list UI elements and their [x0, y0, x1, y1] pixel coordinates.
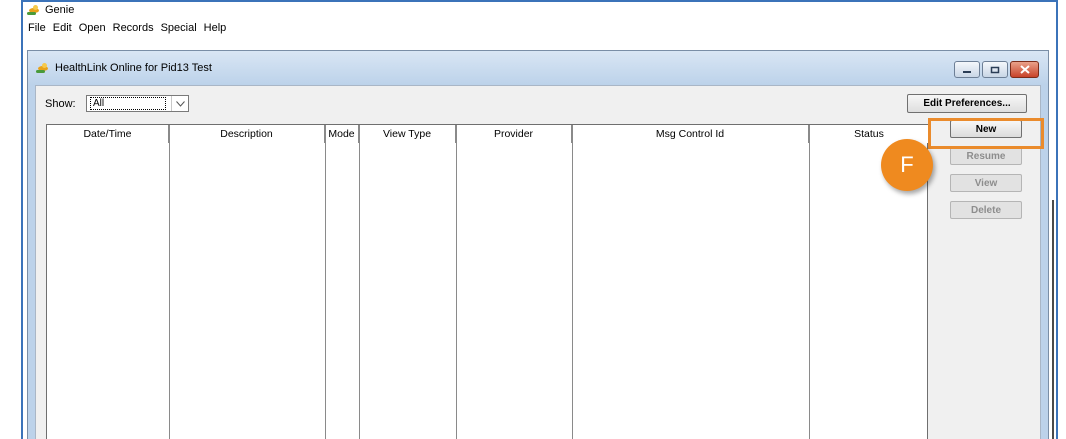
restore-button[interactable] [982, 61, 1008, 78]
window-edge-line [1052, 200, 1054, 439]
minimize-icon [963, 70, 971, 73]
menu-bar: File Edit Open Records Special Help [23, 19, 1056, 36]
column-header-mode[interactable]: Mode [325, 125, 359, 143]
column-header-datetime[interactable]: Date/Time [47, 125, 169, 143]
view-button[interactable]: View [950, 174, 1022, 192]
column-divider [572, 125, 573, 439]
genie-logo-icon [27, 4, 41, 17]
close-icon [1019, 65, 1030, 74]
menu-records[interactable]: Records [111, 22, 159, 34]
column-header-msg-control-id[interactable]: Msg Control Id [572, 125, 809, 143]
step-callout-badge: F [881, 139, 933, 191]
delete-button[interactable]: Delete [950, 201, 1022, 219]
action-button-panel: New Resume View Delete [936, 120, 1036, 439]
resume-button[interactable]: Resume [950, 147, 1022, 165]
menu-open[interactable]: Open [77, 22, 111, 34]
window-controls [954, 61, 1039, 78]
menu-help[interactable]: Help [202, 22, 232, 34]
window-client-area: Show: All Edit Preferences... Date/Time … [35, 85, 1041, 439]
menu-file[interactable]: File [26, 22, 51, 34]
messages-table[interactable]: Date/Time Description Mode View Type Pro… [46, 124, 929, 439]
restore-icon [990, 66, 1000, 73]
column-header-description[interactable]: Description [169, 125, 325, 143]
healthlink-window: HealthLink Online for Pid13 Test Show: A… [27, 50, 1049, 439]
show-dropdown[interactable]: All [86, 95, 189, 112]
show-selected-value: All [90, 97, 166, 110]
chevron-down-icon [171, 96, 188, 111]
minimize-button[interactable] [954, 61, 980, 78]
new-button-highlight [928, 118, 1044, 149]
window-title: HealthLink Online for Pid13 Test [55, 62, 212, 74]
close-button[interactable] [1010, 61, 1039, 78]
column-header-provider[interactable]: Provider [456, 125, 572, 143]
window-titlebar[interactable]: HealthLink Online for Pid13 Test [28, 51, 1048, 85]
show-label: Show: [45, 98, 76, 110]
column-header-view-type[interactable]: View Type [359, 125, 456, 143]
column-divider [169, 125, 170, 439]
column-divider [456, 125, 457, 439]
column-divider [359, 125, 360, 439]
column-divider [809, 125, 810, 439]
menu-edit[interactable]: Edit [51, 22, 77, 34]
app-title: Genie [45, 4, 75, 16]
app-titlebar: Genie [23, 2, 1056, 18]
column-divider [325, 125, 326, 439]
menu-special[interactable]: Special [159, 22, 202, 34]
genie-window-icon [36, 62, 50, 75]
edit-preferences-button[interactable]: Edit Preferences... [907, 94, 1027, 113]
